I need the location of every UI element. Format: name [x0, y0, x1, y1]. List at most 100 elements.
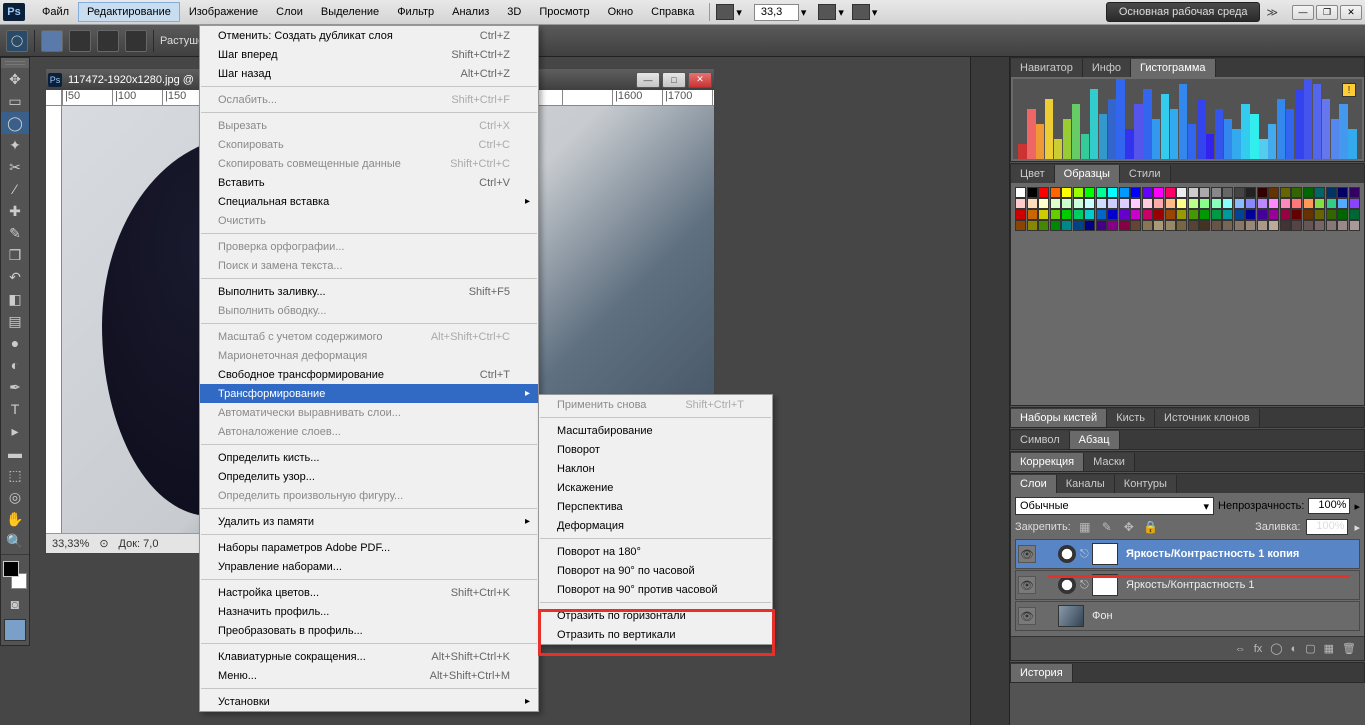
swatch[interactable] — [1084, 187, 1095, 198]
swatch[interactable] — [1349, 220, 1360, 231]
swatch[interactable] — [1337, 198, 1348, 209]
swatch[interactable] — [1153, 187, 1164, 198]
swatch[interactable] — [1176, 198, 1187, 209]
swatch[interactable] — [1268, 198, 1279, 209]
tab-навигатор[interactable]: Навигатор — [1011, 59, 1083, 77]
swatch[interactable] — [1050, 198, 1061, 209]
swatch[interactable] — [1153, 220, 1164, 231]
zoom-tool-icon[interactable]: 🔍 — [1, 530, 29, 552]
swatch[interactable] — [1280, 198, 1291, 209]
swatch[interactable] — [1061, 198, 1072, 209]
layer-thumbnail[interactable] — [1058, 605, 1084, 627]
swatch[interactable] — [1015, 198, 1026, 209]
swatch[interactable] — [1050, 220, 1061, 231]
swatch[interactable] — [1073, 187, 1084, 198]
submenu-item[interactable]: Искажение — [539, 478, 772, 497]
swatch[interactable] — [1326, 187, 1337, 198]
tab-абзац[interactable]: Абзац — [1070, 431, 1120, 449]
menu-item[interactable]: Шаг впередShift+Ctrl+Z — [200, 45, 538, 64]
layer-row[interactable]: 👁⎋Яркость/Контрастность 1 копия — [1015, 539, 1360, 569]
menu-файл[interactable]: Файл — [33, 2, 78, 22]
restore-icon[interactable]: ❐ — [1316, 5, 1338, 20]
menu-item[interactable]: ВставитьCtrl+V — [200, 173, 538, 192]
swatch[interactable] — [1176, 187, 1187, 198]
swatch[interactable] — [1165, 220, 1176, 231]
tab-наборы-кистей[interactable]: Наборы кистей — [1011, 409, 1107, 427]
swatch[interactable] — [1303, 220, 1314, 231]
swatch[interactable] — [1245, 209, 1256, 220]
visibility-icon[interactable]: 👁 — [1018, 545, 1036, 563]
swatch[interactable] — [1326, 198, 1337, 209]
swatch[interactable] — [1038, 209, 1049, 220]
new-layer-icon[interactable]: ▦ — [1324, 642, 1334, 655]
swatch[interactable] — [1130, 187, 1141, 198]
swatch[interactable] — [1257, 209, 1268, 220]
menu-item[interactable]: Наборы параметров Adobe PDF... — [200, 538, 538, 557]
layer-row[interactable]: 👁Фон — [1015, 601, 1360, 631]
tab-цвет[interactable]: Цвет — [1011, 165, 1055, 183]
swatch[interactable] — [1015, 220, 1026, 231]
menu-фильтр[interactable]: Фильтр — [388, 2, 443, 22]
tab-коррекция[interactable]: Коррекция — [1011, 453, 1084, 471]
screen-mode-icon[interactable] — [716, 4, 734, 20]
swatch[interactable] — [1234, 220, 1245, 231]
submenu-item[interactable]: Поворот на 180° — [539, 542, 772, 561]
tab-источник-клонов[interactable]: Источник клонов — [1155, 409, 1260, 427]
swatch[interactable] — [1142, 187, 1153, 198]
swatch[interactable] — [1130, 220, 1141, 231]
subtract-selection-icon[interactable] — [97, 30, 119, 52]
tab-маски[interactable]: Маски — [1084, 453, 1135, 471]
add-selection-icon[interactable] — [69, 30, 91, 52]
lock-transparency-icon[interactable]: ▦ — [1077, 519, 1093, 535]
swatch[interactable] — [1326, 220, 1337, 231]
heal-tool-icon[interactable]: ✚ — [1, 200, 29, 222]
status-info-icon[interactable]: ⊙ — [99, 537, 108, 550]
swatch[interactable] — [1314, 198, 1325, 209]
menu-item[interactable]: Удалить из памяти — [200, 512, 538, 531]
swatch[interactable] — [1268, 187, 1279, 198]
swatch[interactable] — [1291, 209, 1302, 220]
swatch[interactable] — [1349, 198, 1360, 209]
visibility-icon[interactable]: 👁 — [1018, 607, 1036, 625]
swatch[interactable] — [1038, 198, 1049, 209]
swatch[interactable] — [1130, 198, 1141, 209]
menu-item[interactable]: Управление наборами... — [200, 557, 538, 576]
swatch[interactable] — [1188, 209, 1199, 220]
crop-tool-icon[interactable]: ✂ — [1, 156, 29, 178]
layer-mask-icon[interactable]: ◯ — [1270, 642, 1282, 655]
swatch[interactable] — [1015, 187, 1026, 198]
swatch[interactable] — [1291, 220, 1302, 231]
tab-кисть[interactable]: Кисть — [1107, 409, 1155, 427]
lock-all-icon[interactable]: 🔒 — [1143, 519, 1159, 535]
menu-item[interactable]: Клавиатурные сокращения...Alt+Shift+Ctrl… — [200, 647, 538, 666]
submenu-item[interactable]: Отразить по горизонтали — [539, 606, 772, 625]
submenu-item[interactable]: Поворот на 90° по часовой — [539, 561, 772, 580]
swatch[interactable] — [1061, 187, 1072, 198]
menu-item[interactable]: Установки — [200, 692, 538, 711]
tab-инфо[interactable]: Инфо — [1083, 59, 1131, 77]
swatch[interactable] — [1165, 198, 1176, 209]
3d-camera-icon[interactable]: ◎ — [1, 486, 29, 508]
swatch[interactable] — [1222, 187, 1233, 198]
menu-изображение[interactable]: Изображение — [180, 2, 267, 22]
type-tool-icon[interactable]: T — [1, 398, 29, 420]
swatch[interactable] — [1073, 220, 1084, 231]
swatch[interactable] — [1084, 209, 1095, 220]
swatch[interactable] — [1188, 198, 1199, 209]
swatch[interactable] — [1291, 187, 1302, 198]
3d-tool-icon[interactable]: ⬚ — [1, 464, 29, 486]
swatch[interactable] — [1027, 187, 1038, 198]
menu-анализ[interactable]: Анализ — [443, 2, 498, 22]
swatch[interactable] — [1188, 187, 1199, 198]
swatch[interactable] — [1107, 209, 1118, 220]
swatch[interactable] — [1337, 220, 1348, 231]
menu-item[interactable]: Выполнить заливку...Shift+F5 — [200, 282, 538, 301]
tab-history[interactable]: История — [1011, 664, 1073, 682]
menu-item[interactable]: Трансформирование — [200, 384, 538, 403]
collapsed-panel-dock[interactable] — [970, 57, 1010, 725]
swatch[interactable] — [1084, 198, 1095, 209]
link-layers-icon[interactable]: ⇔ — [1235, 643, 1246, 655]
swatch[interactable] — [1142, 220, 1153, 231]
blend-mode-select[interactable]: Обычные▾ — [1015, 497, 1214, 515]
swatch[interactable] — [1303, 209, 1314, 220]
